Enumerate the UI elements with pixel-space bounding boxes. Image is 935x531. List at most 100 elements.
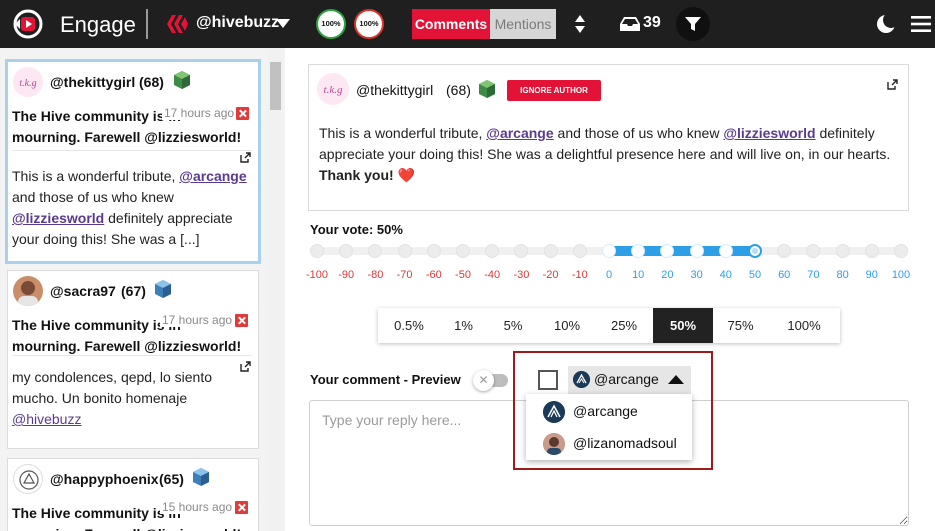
vote-tick-label: -50 [455, 269, 471, 281]
dismiss-icon[interactable] [236, 107, 249, 120]
comment-card[interactable]: @happyphoenix (65) The Hive community is… [7, 458, 259, 531]
chevron-up-icon[interactable] [668, 375, 684, 384]
vote-step[interactable] [397, 244, 412, 258]
comment-author[interactable]: @thekittygirl [50, 74, 135, 90]
inbox-count: 39 [643, 14, 661, 31]
vote-tick-label: 0 [605, 269, 613, 281]
menu-icon[interactable] [911, 16, 931, 32]
divider [12, 355, 252, 356]
vote-step[interactable] [894, 244, 908, 258]
badge-icon [479, 80, 495, 98]
voting-power-gauge: 100% [316, 9, 346, 39]
comment-body: This is a wonderful tribute, @arcange an… [12, 166, 248, 250]
vote-step[interactable] [718, 244, 733, 258]
account-selector[interactable]: @hivebuzz [196, 14, 279, 32]
body-text: This is a wonderful tribute, [319, 125, 487, 141]
heart-emoji: ❤️ [397, 167, 415, 183]
vote-step[interactable] [748, 244, 762, 258]
vote-tick-label: 80 [836, 269, 849, 281]
vote-preset-button[interactable]: 25% [595, 308, 653, 343]
vote-tick-label: 40 [719, 269, 732, 281]
vote-tick-label: -30 [513, 269, 530, 281]
vote-tick-label: -80 [367, 269, 384, 281]
tab-comments[interactable]: Comments [412, 9, 490, 39]
badge-icon [155, 280, 171, 298]
vote-tick-label: -90 [338, 269, 355, 281]
mention-option[interactable]: @arcange [573, 403, 638, 419]
comment-author[interactable]: @sacra97 [50, 283, 116, 299]
badge-icon [174, 71, 190, 89]
dismiss-icon[interactable] [235, 501, 248, 514]
header-divider [146, 9, 148, 39]
mention-option[interactable]: @lizanomadsoul [573, 435, 677, 451]
ignore-author-button[interactable]: IGNORE AUTHOR [507, 80, 601, 101]
chevron-down-icon[interactable] [276, 19, 290, 28]
tab-mentions[interactable]: Mentions [490, 9, 556, 39]
vote-preset-button[interactable]: 1% [440, 308, 487, 343]
preview-toggle-knob[interactable]: ✕ [473, 370, 494, 391]
badge-icon [193, 468, 209, 486]
timestamp: 17 hours ago [160, 313, 233, 327]
vote-step[interactable] [572, 244, 587, 258]
top-bar: Engage @hivebuzz 100% 100% Comments Ment… [0, 0, 935, 48]
mention-link[interactable]: @hivebuzz [12, 411, 81, 427]
resource-credits-gauge: 100% [354, 9, 384, 39]
sort-icon[interactable] [574, 14, 586, 34]
vote-tick-label: -20 [542, 269, 559, 281]
mention-select-value[interactable]: @arcange [594, 371, 659, 387]
avatar [13, 464, 43, 494]
comment-card[interactable]: @sacra97 (67) The Hive community is in m… [7, 270, 259, 449]
vote-step[interactable] [835, 244, 850, 258]
reputation: (68) [139, 74, 164, 90]
vote-step[interactable] [864, 244, 879, 258]
dismiss-icon[interactable] [235, 314, 248, 327]
vote-step[interactable] [689, 244, 704, 258]
comment-author[interactable]: @happyphoenix [50, 471, 159, 487]
mention-link[interactable]: @lizziesworld [723, 125, 815, 141]
filter-button[interactable] [676, 7, 710, 41]
comment-body: my condolences, qepd, lo siento mucho. U… [12, 367, 222, 430]
inbox-icon[interactable] [619, 15, 641, 33]
vote-step[interactable] [310, 244, 324, 258]
vote-preset-button[interactable]: 75% [713, 308, 768, 343]
svg-text:t.k.g: t.k.g [324, 84, 343, 96]
comment-card[interactable]: t.k.g @thekittygirl (68) The Hive commun… [5, 59, 261, 264]
mention-link[interactable]: @lizziesworld [12, 210, 104, 226]
vote-preset-button[interactable]: 5% [487, 308, 539, 343]
external-link-icon[interactable] [240, 361, 251, 372]
mention-checkbox[interactable] [538, 370, 558, 390]
vote-tick-label: -100 [305, 269, 329, 281]
reputation: (67) [121, 283, 146, 299]
divider [12, 150, 252, 151]
external-link-icon[interactable] [240, 152, 251, 163]
vote-tick-label: -60 [425, 269, 442, 281]
mention-link[interactable]: @arcange [486, 125, 553, 141]
vote-step[interactable] [543, 244, 558, 258]
vote-preset-button[interactable]: 50% [653, 308, 713, 343]
comment-body: This is a wonderful tribute, @arcange an… [319, 123, 899, 186]
vote-step[interactable] [426, 244, 441, 258]
body-text: Thank you! [319, 167, 394, 183]
vote-preset-button[interactable]: 10% [539, 308, 595, 343]
timestamp: 15 hours ago [160, 500, 233, 514]
vote-step[interactable] [456, 244, 470, 258]
mention-link[interactable]: @arcange [179, 168, 246, 184]
vote-preset-button[interactable]: 100% [768, 308, 840, 343]
moon-icon[interactable] [876, 14, 896, 34]
reputation: (68) [446, 82, 471, 98]
engage-logo-icon[interactable] [12, 8, 44, 40]
selected-comment: t.k.g @thekittygirl (68) IGNORE AUTHOR T… [308, 64, 909, 211]
vote-preset-button[interactable]: 0.5% [378, 308, 440, 343]
comment-label: Your comment - Preview [310, 372, 461, 387]
scrollbar[interactable] [268, 48, 283, 531]
vote-slider-fill[interactable] [607, 246, 757, 256]
vote-tick-label: 30 [690, 269, 703, 281]
filter-icon [685, 17, 701, 31]
external-link-icon[interactable] [887, 79, 898, 90]
body-text: and those of us who knew [12, 189, 174, 205]
avatar: t.k.g [317, 73, 349, 105]
scrollbar-thumb[interactable] [270, 62, 281, 110]
comment-author[interactable]: @thekittygirl [356, 82, 433, 98]
vote-tick-label: 100 [891, 269, 911, 281]
vote-step[interactable] [602, 244, 616, 258]
